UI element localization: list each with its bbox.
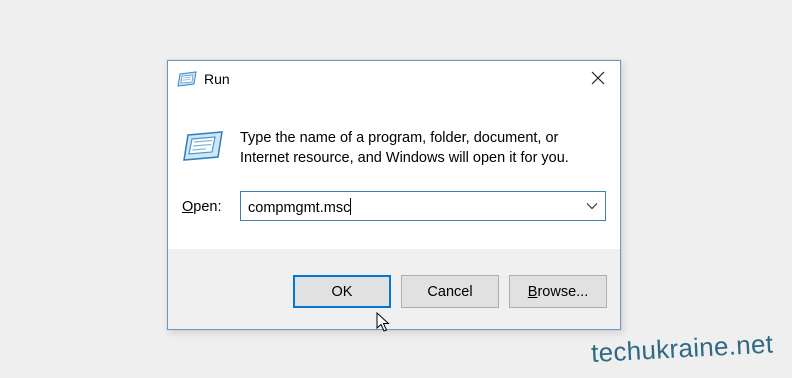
message-line-2: Internet resource, and Windows will open… [240,150,569,166]
browse-label-text: rowse... [537,283,589,300]
close-button[interactable] [576,61,620,99]
text-caret [350,198,352,215]
message-line-1: Type the name of a program, folder, docu… [240,130,559,146]
window-title: Run [204,71,230,87]
dialog-message: Type the name of a program, folder, docu… [240,128,610,168]
browse-button-label: Browse... [528,284,588,300]
open-label-mnemonic: O [182,199,194,215]
open-combobox[interactable]: compmgmt.msc [240,191,606,221]
watermark: techukraine.net [590,328,774,369]
run-icon [177,71,199,87]
browse-button[interactable]: Browse... [509,275,607,308]
ok-button[interactable]: OK [293,275,391,308]
open-input-value: compmgmt.msc [248,200,351,216]
open-input[interactable]: compmgmt.msc [248,198,352,216]
ok-button-label: OK [331,283,353,300]
open-label: Open: [182,199,222,215]
cancel-button-label: Cancel [427,283,473,300]
title-bar[interactable]: Run [168,61,620,99]
close-icon [591,71,605,90]
open-label-text: pen: [193,199,222,215]
mouse-pointer-icon [376,311,390,332]
chevron-down-icon [586,197,598,215]
dropdown-button[interactable] [579,192,605,220]
cancel-button[interactable]: Cancel [401,275,499,308]
run-dialog: Run Type the name of a program, folder, … [167,60,621,330]
browse-mnemonic: B [527,283,538,300]
run-large-icon [182,131,224,161]
